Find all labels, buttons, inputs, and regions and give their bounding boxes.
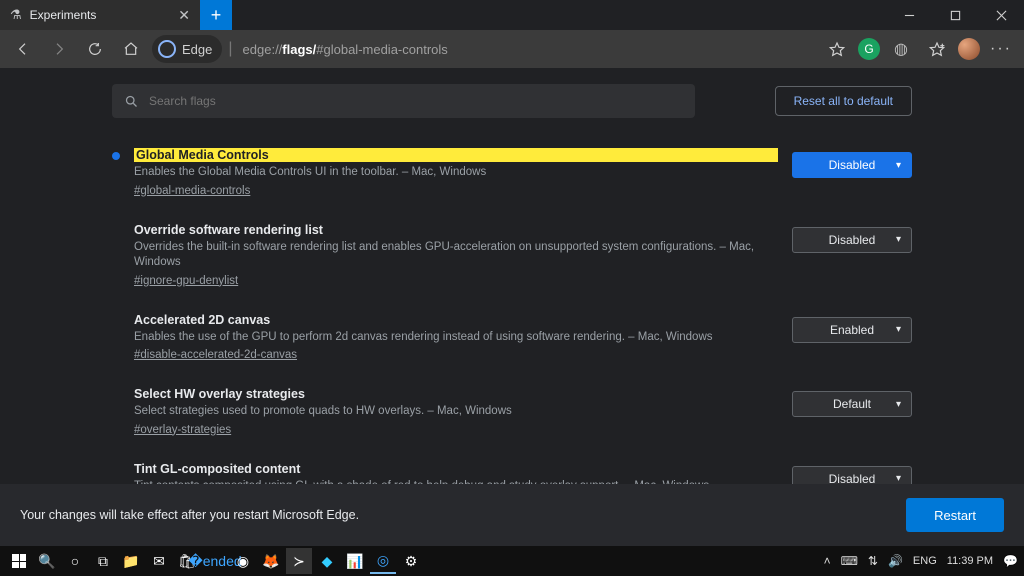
- action-center-icon[interactable]: 💬: [1003, 554, 1018, 568]
- app-icon-1[interactable]: ◆: [314, 548, 340, 574]
- flag-description: Overrides the built-in software renderin…: [134, 240, 778, 271]
- flag-state-label: Default: [833, 397, 871, 411]
- home-button[interactable]: [116, 34, 146, 64]
- cortana-icon[interactable]: ○: [62, 548, 88, 574]
- flask-icon: ⚗: [10, 7, 22, 23]
- minimize-button[interactable]: [886, 0, 932, 30]
- extension-icon[interactable]: ◍: [886, 34, 916, 64]
- separator: |: [228, 40, 232, 58]
- flag-state-select[interactable]: Disabled ▾: [792, 227, 912, 253]
- more-button[interactable]: ···: [986, 34, 1016, 64]
- titlebar: ⚗ Experiments ✕ +: [0, 0, 1024, 30]
- flag-row: Select HW overlay strategies Select strat…: [112, 379, 912, 454]
- flag-name: Override software rendering list: [134, 223, 778, 237]
- maximize-button[interactable]: [932, 0, 978, 30]
- browser-tab-experiments[interactable]: ⚗ Experiments ✕: [0, 0, 200, 30]
- flag-state-select[interactable]: Default ▾: [792, 391, 912, 417]
- clock[interactable]: 11:39 PM: [947, 555, 993, 567]
- search-icon: [124, 94, 139, 109]
- vscode-icon[interactable]: �ended: [202, 548, 228, 574]
- terminal-icon[interactable]: ≻: [286, 548, 312, 574]
- flag-state-select[interactable]: Disabled ▾: [792, 466, 912, 484]
- chevron-down-icon: ▾: [896, 324, 901, 335]
- chevron-down-icon: ▾: [896, 160, 901, 171]
- flag-anchor-link[interactable]: #overlay-strategies: [134, 424, 231, 436]
- search-flags-field[interactable]: [112, 84, 695, 118]
- edge-icon: [158, 40, 176, 58]
- flag-row: Global Media Controls Enables the Global …: [112, 140, 912, 215]
- file-explorer-icon[interactable]: 📁: [118, 548, 144, 574]
- flag-anchor-link[interactable]: #global-media-controls: [134, 185, 250, 197]
- refresh-button[interactable]: [80, 34, 110, 64]
- keyboard-icon[interactable]: ⌨: [841, 554, 858, 568]
- tab-title: Experiments: [30, 8, 97, 22]
- flag-description: Select strategies used to promote quads …: [134, 404, 778, 420]
- app-icon-2[interactable]: 📊: [342, 548, 368, 574]
- content-area: Reset all to default Global Media Contro…: [0, 68, 1024, 484]
- network-icon[interactable]: ⇅: [868, 554, 878, 568]
- chevron-down-icon: ▾: [896, 399, 901, 410]
- flag-anchor-link[interactable]: #ignore-gpu-denylist: [134, 275, 238, 287]
- back-button[interactable]: [8, 34, 38, 64]
- close-icon[interactable]: ✕: [178, 7, 190, 24]
- forward-button[interactable]: [44, 34, 74, 64]
- edge-taskbar-icon[interactable]: ◎: [370, 548, 396, 574]
- grammarly-icon[interactable]: G: [858, 38, 880, 60]
- edge-indicator: Edge: [152, 35, 222, 63]
- favorite-button[interactable]: [822, 34, 852, 64]
- banner-message: Your changes will take effect after you …: [20, 508, 359, 522]
- start-button[interactable]: [6, 548, 32, 574]
- edge-label: Edge: [182, 42, 212, 57]
- flag-state-select[interactable]: Enabled ▾: [792, 317, 912, 343]
- toolbar: Edge | edge://flags/#global-media-contro…: [0, 30, 1024, 68]
- flag-row: Tint GL-composited content Tint contents …: [112, 454, 912, 484]
- flag-state-select[interactable]: Disabled ▾: [792, 152, 912, 178]
- window-close-button[interactable]: [978, 0, 1024, 30]
- flag-name: Select HW overlay strategies: [134, 387, 778, 401]
- taskbar: 🔍 ○ ⧉ 📁 ✉ 🛍 �ended ◉ 🦊 ≻ ◆ 📊 ◎ ⚙ ˄ ⌨ ⇅ 🔊…: [0, 546, 1024, 576]
- flag-state-label: Disabled: [829, 233, 876, 247]
- search-input[interactable]: [149, 94, 683, 108]
- profile-avatar[interactable]: [958, 38, 980, 60]
- flag-name: Accelerated 2D canvas: [134, 313, 778, 327]
- favorites-bar-button[interactable]: [922, 34, 952, 64]
- modified-marker: [112, 152, 120, 160]
- language-indicator[interactable]: ENG: [913, 555, 937, 567]
- flag-anchor-link[interactable]: #disable-accelerated-2d-canvas: [134, 349, 297, 361]
- firefox-icon[interactable]: 🦊: [258, 548, 284, 574]
- taskbar-search[interactable]: 🔍: [34, 548, 60, 574]
- flag-state-label: Disabled: [829, 158, 876, 172]
- flag-state-label: Disabled: [829, 472, 876, 484]
- flag-description: Tint contents composited using GL with a…: [134, 479, 778, 484]
- chevron-down-icon: ▾: [896, 473, 901, 484]
- flag-description: Enables the use of the GPU to perform 2d…: [134, 330, 778, 346]
- new-tab-button[interactable]: +: [200, 0, 232, 30]
- flag-description: Enables the Global Media Controls UI in …: [134, 165, 778, 181]
- address-bar[interactable]: edge://flags/#global-media-controls: [239, 35, 816, 63]
- reset-all-button[interactable]: Reset all to default: [775, 86, 912, 116]
- restart-button[interactable]: Restart: [906, 498, 1004, 532]
- chevron-down-icon: ▾: [896, 234, 901, 245]
- chrome-icon[interactable]: ◉: [230, 548, 256, 574]
- settings-icon[interactable]: ⚙: [398, 548, 424, 574]
- flag-row: Accelerated 2D canvas Enables the use of …: [112, 305, 912, 380]
- task-view-icon[interactable]: ⧉: [90, 548, 116, 574]
- tray-up-icon[interactable]: ˄: [824, 554, 831, 568]
- flag-name: Tint GL-composited content: [134, 462, 778, 476]
- restart-banner: Your changes will take effect after you …: [0, 484, 1024, 546]
- flag-state-label: Enabled: [830, 323, 874, 337]
- flag-name: Global Media Controls: [134, 148, 778, 162]
- volume-icon[interactable]: 🔊: [888, 554, 903, 568]
- mail-icon[interactable]: ✉: [146, 548, 172, 574]
- flag-row: Override software rendering list Override…: [112, 215, 912, 305]
